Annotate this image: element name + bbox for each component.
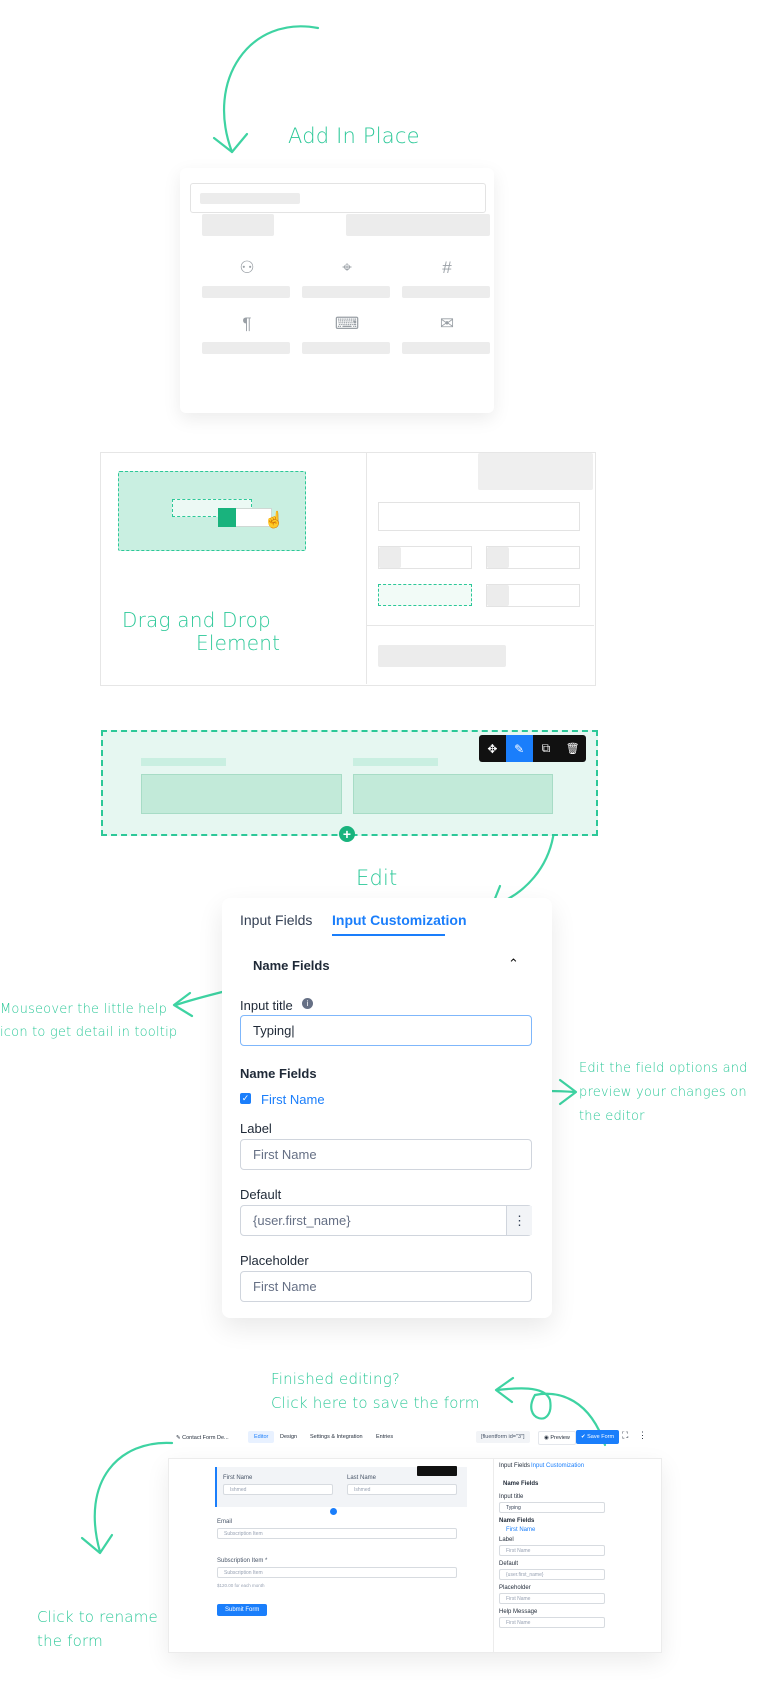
- save-form-button[interactable]: ✔ Save Form: [576, 1430, 620, 1444]
- side-help: Help Message: [499, 1609, 538, 1615]
- paragraph-icon[interactable]: ¶: [202, 314, 292, 334]
- tab-input-fields[interactable]: Input Fields: [240, 912, 312, 928]
- subscription-label: Subscription Item *: [217, 1558, 268, 1564]
- field-placeholder[interactable]: [378, 546, 472, 569]
- tab-placeholder-1[interactable]: [202, 214, 274, 236]
- first-name-input[interactable]: Ishmed: [223, 1484, 333, 1495]
- keyboard-icon[interactable]: ⌨: [302, 314, 392, 334]
- trash-icon[interactable]: 🗑: [559, 735, 586, 762]
- row-field-2[interactable]: [353, 774, 553, 814]
- submit-form-button[interactable]: Submit Form: [217, 1604, 268, 1616]
- move-icon[interactable]: ✥: [479, 735, 506, 762]
- add-field-plus-icon[interactable]: +: [339, 826, 355, 842]
- chevron-up-icon[interactable]: ⌃: [508, 956, 519, 972]
- more-icon[interactable]: ⋮: [638, 1430, 647, 1441]
- default-field[interactable]: {user.first_name}: [240, 1205, 532, 1236]
- annotation-mouseover-1: Mouseover the little help: [0, 1002, 168, 1017]
- preview-button[interactable]: ◉ Preview: [538, 1431, 576, 1445]
- annotation-add-in-place: Add In Place: [288, 124, 420, 148]
- side-help-field[interactable]: First Name: [499, 1617, 605, 1628]
- annotation-edit-options-2: preview your changes on: [579, 1085, 747, 1100]
- add-field-plus-icon[interactable]: [330, 1508, 337, 1515]
- first-name-checkbox-label: First Name: [261, 1092, 325, 1107]
- form-editor-window: First Name Ishmed Last Name Ishmed Email…: [168, 1458, 662, 1653]
- field-placeholder[interactable]: [486, 546, 580, 569]
- field-placeholder[interactable]: [486, 584, 580, 607]
- side-first-name-checkbox[interactable]: First Name: [506, 1527, 535, 1533]
- mail-icon[interactable]: ✉: [402, 314, 492, 334]
- section-title: Name Fields: [253, 958, 330, 973]
- annotation-finished-2: Click here to save the form: [271, 1394, 480, 1412]
- mini-toolbar[interactable]: [417, 1466, 457, 1476]
- annotation-mouseover-2: icon to get detail in tooltip: [0, 1025, 178, 1040]
- side-input-title-field[interactable]: Typing: [499, 1502, 605, 1513]
- input-title-label: Input title: [240, 998, 293, 1013]
- annotation-drag-drop-2: Element: [196, 631, 281, 655]
- side-section-title: Name Fields: [503, 1481, 539, 1487]
- input-title-field[interactable]: Typing|: [240, 1015, 532, 1046]
- tab-design[interactable]: Design: [280, 1434, 297, 1440]
- fullscreen-icon[interactable]: ⛶: [622, 1430, 628, 1441]
- placeholder-field[interactable]: First Name: [240, 1271, 532, 1302]
- side-name-fields: Name Fields: [499, 1518, 535, 1524]
- tab-placeholder-2[interactable]: [346, 214, 490, 236]
- annotation-finished-1: Finished editing?: [271, 1370, 401, 1388]
- side-tab-customization[interactable]: Input Customization: [531, 1463, 584, 1469]
- subscription-input[interactable]: Subscription Item: [217, 1567, 457, 1578]
- tab-placeholder[interactable]: [478, 453, 593, 490]
- edit-icon[interactable]: ✎: [505, 735, 533, 762]
- placeholder-label: Placeholder: [240, 1253, 309, 1268]
- hash-icon[interactable]: #: [402, 258, 492, 278]
- side-label: Label: [499, 1537, 514, 1543]
- more-vertical-icon[interactable]: ⋮: [506, 1206, 532, 1235]
- side-tab-input-fields[interactable]: Input Fields: [499, 1463, 530, 1469]
- name-fields-label: Name Fields: [240, 1066, 317, 1081]
- drag-handle[interactable]: [218, 508, 236, 527]
- map-pin-icon[interactable]: ⌖: [302, 258, 392, 278]
- email-label: Email: [217, 1519, 233, 1525]
- side-label-field[interactable]: First Name: [499, 1545, 605, 1556]
- row-field-1[interactable]: [141, 774, 342, 814]
- annotation-edit-options-3: the editor: [579, 1109, 645, 1124]
- search-input[interactable]: [190, 183, 486, 213]
- copy-icon[interactable]: ⧉: [533, 735, 560, 762]
- side-placeholder-field[interactable]: First Name: [499, 1593, 605, 1604]
- drop-target[interactable]: [378, 584, 472, 606]
- shortcode-copy[interactable]: [fluentform id="3"]: [476, 1431, 530, 1443]
- arrow-rename: [93, 1441, 174, 1554]
- annotation-rename-1: Click to rename: [37, 1608, 158, 1626]
- email-input[interactable]: Subscription Item: [217, 1528, 457, 1539]
- annotation-drag-drop-1: Drag and Drop: [122, 608, 271, 632]
- annotation-edit-options-1: Edit the field options and: [579, 1061, 748, 1076]
- element-grid: ⚇ ⌖ # ¶ ⌨ ✉: [202, 258, 494, 368]
- button-placeholder[interactable]: [378, 645, 506, 667]
- annotation-edit: Edit: [356, 866, 398, 890]
- side-input-title: Input title: [499, 1494, 524, 1500]
- last-name-input[interactable]: Ishmed: [347, 1484, 457, 1495]
- first-name-checkbox[interactable]: ✓: [240, 1093, 251, 1104]
- element-toolbar: ✥ ✎ ⧉ 🗑: [479, 735, 586, 762]
- last-name-label: Last Name: [347, 1475, 377, 1481]
- tab-settings[interactable]: Settings & Integration: [310, 1434, 363, 1440]
- tab-entries[interactable]: Entries: [376, 1434, 393, 1440]
- tab-editor[interactable]: Editor: [248, 1431, 275, 1443]
- form-name[interactable]: ✎ Contact Form De...: [176, 1435, 229, 1441]
- default-label: Default: [240, 1187, 282, 1202]
- side-placeholder: Placeholder: [499, 1585, 531, 1591]
- side-default: Default: [499, 1561, 519, 1567]
- side-default-field[interactable]: {user.first_name}: [499, 1569, 605, 1580]
- label-field[interactable]: First Name: [240, 1139, 532, 1170]
- field-placeholder-full[interactable]: [378, 502, 580, 531]
- help-info-icon[interactable]: i: [302, 998, 313, 1009]
- user-icon[interactable]: ⚇: [202, 258, 292, 278]
- pointer-hand-icon: ☝: [264, 512, 284, 529]
- annotation-rename-2: the form: [37, 1632, 103, 1650]
- subscription-note: $120.00 for each month: [217, 1583, 265, 1588]
- customization-panel: Input Fields Input Customization Name Fi…: [222, 898, 552, 1318]
- tab-input-customization[interactable]: Input Customization: [332, 912, 467, 928]
- editor-topbar: ✎ Contact Form De... Editor Design Setti…: [176, 1430, 656, 1448]
- label-label: Label: [240, 1121, 272, 1136]
- first-name-label: First Name: [223, 1475, 253, 1481]
